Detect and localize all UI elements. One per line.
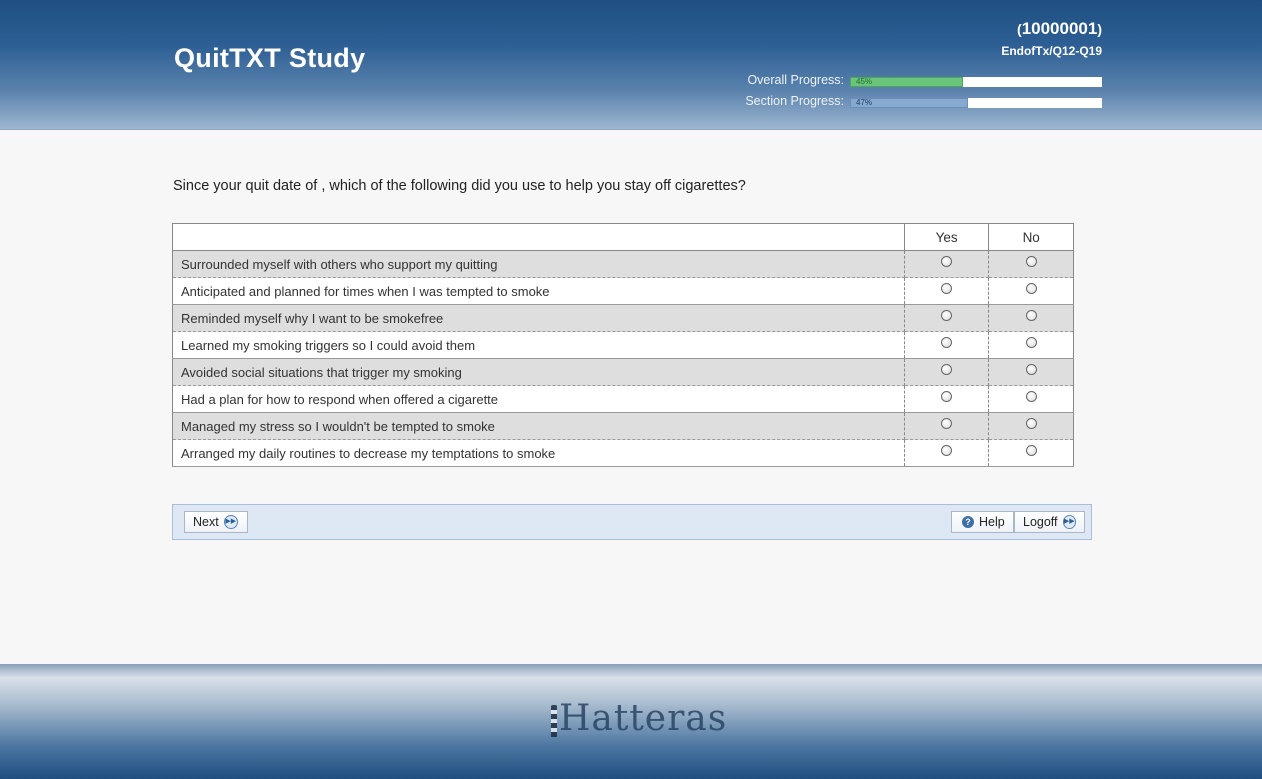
radio-yes[interactable] [941,444,953,456]
section-progress-percent: 47% [856,98,873,107]
radio-cell-yes [904,331,990,359]
radio-cell-no [988,250,1074,278]
help-button[interactable]: ? Help [951,511,1014,533]
participant-close-paren: ) [1097,21,1102,37]
grid-row-label: Surrounded myself with others who suppor… [172,250,905,278]
grid-row: Surrounded myself with others who suppor… [172,250,1074,278]
radio-cell-yes [904,439,990,467]
question-grid: Yes No Surrounded myself with others who… [172,223,1074,467]
radio-cell-no [988,412,1074,440]
radio-yes[interactable] [941,363,953,375]
app-title: QuitTXT Study [174,43,366,73]
help-button-label: Help [979,515,1005,529]
radio-cell-no [988,304,1074,332]
grid-body: Surrounded myself with others who suppor… [172,250,1074,467]
grid-row-label: Had a plan for how to respond when offer… [172,385,905,413]
radio-yes[interactable] [941,390,953,402]
arrow-right-circle-icon: ▶▶ [1062,515,1076,529]
radio-cell-no [988,439,1074,467]
column-header-yes: Yes [903,223,989,251]
column-header-no: No [988,223,1074,251]
radio-no[interactable] [1025,363,1037,375]
overall-progress: Overall Progress: 45% [690,73,1102,87]
radio-cell-yes [904,412,990,440]
footer: Hatteras [0,664,1262,779]
logoff-button-label: Logoff [1023,515,1058,529]
grid-header-row: Yes No [172,223,1074,251]
radio-cell-no [988,358,1074,386]
radio-no[interactable] [1025,336,1037,348]
header: QuitTXT Study (10000001) EndofTx/Q12-Q19… [0,0,1262,130]
grid-header-blank [172,223,905,251]
radio-no[interactable] [1025,282,1037,294]
section-progress: Section Progress: 47% [690,94,1102,108]
radio-yes[interactable] [941,417,953,429]
section-code: EndofTx/Q12-Q19 [1001,44,1102,58]
radio-no[interactable] [1025,417,1037,429]
radio-cell-yes [904,385,990,413]
grid-row-label: Anticipated and planned for times when I… [172,277,905,305]
logoff-button[interactable]: Logoff ▶▶ [1014,511,1085,533]
radio-no[interactable] [1025,390,1037,402]
radio-yes[interactable] [941,282,953,294]
radio-cell-no [988,385,1074,413]
grid-row: Avoided social situations that trigger m… [172,358,1074,386]
participant-id: (10000001) [1017,19,1102,39]
radio-no[interactable] [1025,255,1037,267]
question-text: Since your quit date of , which of the f… [173,178,746,194]
next-button[interactable]: Next ▶▶ [184,511,248,533]
overall-progress-label: Overall Progress: [747,73,844,87]
radio-cell-yes [904,277,990,305]
radio-cell-no [988,277,1074,305]
grid-row: Reminded myself why I want to be smokefr… [172,304,1074,332]
grid-row: Arranged my daily routines to decrease m… [172,439,1074,467]
grid-row: Learned my smoking triggers so I could a… [172,331,1074,359]
grid-row-label: Avoided social situations that trigger m… [172,358,905,386]
participant-id-value: 10000001 [1021,19,1098,38]
hatteras-logo-text: Hatteras [559,698,728,739]
grid-row-label: Managed my stress so I wouldn't be tempt… [172,412,905,440]
arrow-right-circle-icon: ▶▶ [223,515,238,529]
radio-cell-no [988,331,1074,359]
grid-row-label: Arranged my daily routines to decrease m… [172,439,905,467]
radio-yes[interactable] [941,336,953,348]
grid-row-label: Learned my smoking triggers so I could a… [172,331,905,359]
radio-no[interactable] [1025,444,1037,456]
section-progress-label: Section Progress: [745,94,844,108]
section-progress-track: 47% [850,98,1102,108]
overall-progress-track: 45% [850,77,1102,87]
navigation-bar: Next ▶▶ ? Help Logoff ▶▶ [172,504,1092,540]
radio-yes[interactable] [941,255,953,267]
help-circle-icon: ? [962,516,974,528]
next-button-label: Next [193,515,219,529]
grid-row: Had a plan for how to respond when offer… [172,385,1074,413]
grid-row: Anticipated and planned for times when I… [172,277,1074,305]
lighthouse-icon [551,705,557,737]
radio-yes[interactable] [941,309,953,321]
radio-no[interactable] [1025,309,1037,321]
overall-progress-percent: 45% [856,77,873,86]
radio-cell-yes [904,304,990,332]
hatteras-logo: Hatteras [551,698,727,739]
radio-cell-yes [904,250,990,278]
grid-row: Managed my stress so I wouldn't be tempt… [172,412,1074,440]
grid-row-label: Reminded myself why I want to be smokefr… [172,304,905,332]
radio-cell-yes [904,358,990,386]
